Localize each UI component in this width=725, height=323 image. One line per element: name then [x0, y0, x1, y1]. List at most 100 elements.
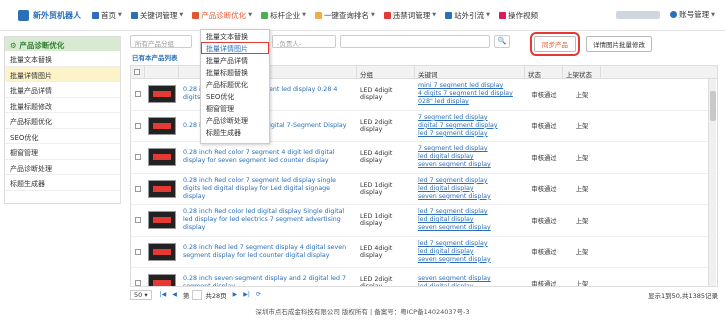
product-title[interactable]: 0.28 inch Red led 7 segment display 4 di… [179, 244, 357, 260]
dropdown-menu-item[interactable]: 批量文本替换 [201, 30, 269, 42]
product-keywords: led 7 segment display led digital display… [415, 177, 525, 201]
keyword-link[interactable]: led 7 segment display [418, 240, 522, 248]
keyword-link[interactable]: seven segment display [418, 193, 522, 201]
next-page-button[interactable]: ▶ [233, 291, 238, 298]
sidebar-item[interactable]: 批量产品详情 [5, 82, 120, 98]
led-digit-image [153, 185, 171, 192]
product-thumbnail[interactable] [148, 179, 176, 198]
scrollbar-thumb[interactable] [710, 91, 716, 121]
product-title[interactable]: 0.28 inch seven segment display and 2 di… [179, 275, 357, 286]
keyword-link[interactable]: led digital display [418, 185, 522, 193]
keyword-link[interactable]: led 7 segment display [418, 177, 522, 185]
prev-page-button[interactable]: ◀ [172, 291, 177, 298]
keyword-link[interactable]: 7 segment led display [418, 114, 522, 122]
select-all-checkbox[interactable] [134, 68, 140, 75]
nav-item-0[interactable]: 首页 ▼ [92, 9, 122, 21]
last-page-button[interactable]: ▶| [243, 291, 250, 298]
column-header[interactable] [131, 66, 145, 79]
sidebar-item[interactable]: 批量标题修改 [5, 98, 120, 113]
column-header[interactable]: 分组 [357, 66, 415, 79]
sidebar-item[interactable]: 产品诊断处理 [5, 160, 120, 175]
keyword-link[interactable]: 4 digits 7 segment led display [418, 90, 522, 98]
dropdown-menu-item[interactable]: 产品标题优化 [201, 78, 269, 90]
table-row[interactable]: 0.28 inch Red color 7 segment 4 digit le… [131, 142, 717, 174]
search-input[interactable] [340, 34, 490, 48]
row-checkbox[interactable] [135, 217, 141, 224]
keyword-link[interactable]: 7 segment led display [418, 145, 522, 153]
keyword-link[interactable]: seven segment display [418, 161, 522, 169]
keyword-link[interactable]: led 7 segment display [418, 208, 522, 216]
search-button[interactable]: 🔍 [494, 34, 510, 48]
nav-item-4[interactable]: 一键查询排名 ▼ [314, 9, 375, 21]
search-icon [314, 11, 322, 19]
sidebar-item[interactable]: 批量详情图片 [5, 66, 120, 82]
row-checkbox[interactable] [135, 122, 141, 129]
row-checkbox[interactable] [135, 91, 141, 98]
keyword-link[interactable]: seven segment display [418, 275, 522, 283]
nav-item-5[interactable]: 违禁词管理 ▼ [383, 9, 436, 21]
table-row[interactable]: 0.28 inch seven segment display and 2 di… [131, 268, 717, 286]
pagination: 50 ▾ |◀ ◀ 第 1 共28页 ▶ ▶| ⟳ 显示1到50,共1385记录 [130, 288, 718, 301]
keyword-link[interactable]: seven segment display [418, 256, 522, 264]
batch-detail-images-button[interactable]: 详情图片批量修改 [586, 36, 652, 52]
dropdown-menu-item[interactable]: 橱窗管理 [201, 102, 269, 114]
user-icon [670, 11, 678, 18]
keyword-link[interactable]: led digital display [418, 153, 522, 161]
column-header[interactable]: 状态 [525, 66, 563, 79]
sidebar-item[interactable]: 批量文本替换 [5, 51, 120, 67]
nav-item-3[interactable]: 标杆企业 ▼ [261, 9, 306, 21]
product-thumbnail[interactable] [148, 242, 176, 261]
sidebar-item[interactable]: 标题生成器 [5, 175, 120, 191]
account-menu[interactable]: 账号管理 [679, 9, 709, 20]
table-scrollbar[interactable] [708, 79, 716, 286]
nav-item-2[interactable]: 产品诊断优化 ▼ [192, 9, 252, 21]
row-checkbox[interactable] [135, 280, 141, 286]
keyword-link[interactable]: led 7 segment display [418, 130, 522, 138]
dropdown-menu-item[interactable]: 产品诊断处理 [201, 114, 269, 126]
keyword-link[interactable]: mini 7 segment led display [418, 82, 522, 90]
sidebar-item[interactable]: 橱窗管理 [5, 144, 120, 160]
dropdown-menu-item[interactable]: 标题生成器 [201, 126, 269, 138]
product-title[interactable]: 0.28 inch Red color 7 segment 4 digit le… [179, 149, 357, 165]
product-thumbnail[interactable] [148, 116, 176, 135]
owner-select[interactable]: -负责人- [272, 34, 336, 48]
sync-products-button[interactable]: 同步产品 [530, 32, 580, 56]
category-select[interactable]: 所有产品分组 [130, 34, 192, 48]
row-checkbox[interactable] [135, 248, 141, 255]
page-number-input[interactable] [192, 289, 203, 300]
keyword-link[interactable]: led digital display [418, 216, 522, 224]
keyword-link[interactable]: 028" led display [418, 98, 522, 106]
product-title[interactable]: 0.28 inch Red color 7 segment led displa… [179, 177, 357, 201]
product-thumbnail[interactable] [148, 274, 176, 286]
sidebar-item[interactable]: 产品标题优化 [5, 113, 120, 129]
sidebar-item[interactable]: SEO优化 [5, 129, 120, 144]
row-checkbox[interactable] [135, 154, 141, 161]
nav-item-7[interactable]: 操作视频 [499, 9, 538, 21]
product-title[interactable]: 0.28 inch Red color led digital display … [179, 208, 357, 232]
keyword-link[interactable]: seven segment display [418, 224, 522, 232]
dropdown-menu-item[interactable]: SEO优化 [201, 90, 269, 102]
dropdown-menu-item[interactable]: 批量详情图片 [201, 42, 269, 54]
column-header[interactable]: 关键词 [415, 66, 525, 79]
led-digit-image [153, 122, 171, 129]
table-row[interactable]: 0.28 inch Red color 7 segment led displa… [131, 174, 717, 205]
table-row[interactable]: 0.28 inch Red color led digital display … [131, 205, 717, 237]
refresh-icon[interactable]: ⟳ [256, 291, 261, 298]
dropdown-menu-item[interactable]: 批量产品详情 [201, 54, 269, 66]
row-checkbox[interactable] [135, 185, 141, 192]
product-thumbnail[interactable] [148, 211, 176, 230]
keyword-link[interactable]: led digital display [418, 248, 522, 256]
column-header[interactable]: 上架状态 [563, 66, 601, 79]
page-size-select[interactable]: 50 ▾ [130, 289, 152, 300]
nav-item-6[interactable]: 站外引流 ▼ [445, 9, 490, 21]
product-thumbnail[interactable] [148, 148, 176, 167]
column-header[interactable] [145, 66, 179, 79]
app-logo[interactable]: 新外贸机器人 [18, 10, 81, 21]
keyword-link[interactable]: digital 7 segment display [418, 122, 522, 130]
keyword-link[interactable]: led digital display [418, 283, 522, 286]
product-thumbnail[interactable] [148, 85, 176, 104]
first-page-button[interactable]: |◀ [160, 291, 167, 298]
nav-item-1[interactable]: 关键词管理 ▼ [130, 9, 183, 21]
dropdown-menu-item[interactable]: 批量标题替换 [201, 66, 269, 78]
table-row[interactable]: 0.28 inch Red led 7 segment display 4 di… [131, 237, 717, 268]
